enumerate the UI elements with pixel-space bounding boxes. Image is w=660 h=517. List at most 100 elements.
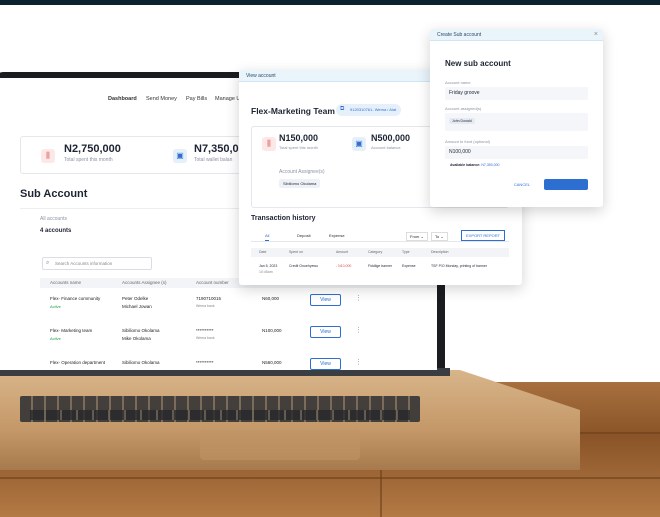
to-filter[interactable]: To ⌄: [431, 232, 448, 241]
chart-icon: ⫼: [262, 137, 276, 151]
table-row: Flex- Operation department Sibiliomo Oko…: [40, 358, 437, 370]
col-category: Category: [368, 250, 383, 254]
modal-title: New sub account: [445, 59, 511, 68]
available-label: Available balance:: [450, 163, 481, 167]
nav-send-money[interactable]: Send Money: [146, 96, 177, 102]
assigned-field[interactable]: John Donald: [445, 113, 588, 131]
row-assignee: Sibiliomo Okolama: [122, 360, 160, 365]
status-badge: Active: [50, 336, 61, 341]
search-icon: ⌕: [46, 260, 50, 266]
row-description: TSF P/O Monday, printing of banner: [431, 264, 487, 268]
history-title: Transaction history: [251, 215, 316, 222]
more-icon[interactable]: ⋮: [355, 294, 362, 302]
laptop-keyboard-row: [30, 410, 410, 420]
history-header: Date Spent on Amount Category Type Descr…: [251, 248, 509, 257]
row-amount: N560,000: [262, 360, 282, 365]
more-icon[interactable]: ⋮: [355, 326, 362, 334]
col-type: Type: [402, 250, 410, 254]
cancel-button[interactable]: CANCEL: [504, 179, 540, 190]
table-row: Flex- Finance community Active Peter Ode…: [40, 294, 437, 318]
view-button[interactable]: View: [310, 294, 341, 306]
col-spent-on: Spent on: [289, 250, 304, 254]
row-assignee-2: Mike Okolama: [122, 336, 151, 341]
fund-field[interactable]: N100,000: [445, 146, 588, 159]
wallet-icon: ▣: [352, 137, 366, 151]
row-spent-on: Credit Onuehyewo: [289, 264, 318, 268]
from-filter[interactable]: From ⌄: [406, 232, 428, 241]
row-number: **********: [196, 328, 214, 333]
tab-deposit[interactable]: Deposit: [297, 233, 311, 238]
assigned-chip: John Donald: [449, 118, 475, 124]
nav-pay-bills[interactable]: Pay Bills: [186, 96, 207, 102]
row-type: Expense: [402, 264, 416, 268]
row-name: Flex- Operation department: [50, 360, 106, 365]
plank-line: [0, 477, 660, 479]
nav-manage[interactable]: Manage U: [215, 96, 240, 102]
col-description: Description: [431, 250, 449, 254]
top-border: [0, 0, 660, 5]
row-bank: Wema bank: [196, 304, 215, 308]
tab-expense[interactable]: Expense: [329, 233, 345, 238]
account-tag-text: 9120310761- Wema / Alat: [350, 107, 397, 112]
assignee-chip: Sibiliomo Okolama: [279, 179, 321, 188]
view-button[interactable]: View: [310, 326, 341, 338]
search-input[interactable]: ⌕ Search Accounts information: [42, 257, 152, 270]
col-amount: Amount: [336, 250, 349, 254]
col-account-number: Account number: [196, 280, 229, 285]
account-tag: ⧉ 9120310761- Wema / Alat: [336, 104, 402, 116]
page-title: Sub Account: [20, 188, 88, 200]
from-label: From: [410, 234, 420, 239]
export-report-button[interactable]: EXPORT REPORT: [461, 230, 506, 241]
more-icon[interactable]: ⋮: [355, 358, 362, 366]
search-placeholder: Search Accounts information: [55, 261, 113, 266]
col-assignee: Accounts Assignee (s): [122, 280, 167, 285]
row-name: Flex- Marketing team: [50, 328, 93, 333]
wallet-value: N7,350,00: [194, 143, 245, 155]
account-name-label: Account name: [445, 80, 471, 85]
row-assignee: Peter Odelke: [122, 296, 149, 301]
account-name-field[interactable]: Friday groove: [445, 87, 588, 100]
row-amount: - N10,000: [336, 264, 352, 268]
row-amount: N60,000: [262, 296, 280, 301]
row-time: 10:45am: [259, 270, 273, 274]
row-bank: Wema bank: [196, 336, 215, 340]
to-label: To: [435, 234, 440, 239]
assignee-label: Account Assignee(s): [279, 169, 325, 175]
row-category: Fiddlige banner: [368, 264, 393, 268]
row-date: Jan 5, 2023: [259, 264, 278, 268]
accounts-count: 4 accounts: [40, 228, 72, 234]
modal-header: Create Sub account: [430, 29, 603, 41]
create-sub-account-modal: Create Sub account × New sub account Acc…: [430, 29, 603, 207]
row-number: 7190710015: [196, 296, 222, 301]
row-name: Flex- Finance community: [50, 296, 101, 301]
account-title: Flex-Marketing Team: [251, 106, 335, 116]
wallet-label: Total wallet balan: [194, 157, 233, 163]
wallet-icon: ▣: [173, 149, 187, 163]
history-tabs: All Deposit Expense From ⌄ To ⌄ EXPORT R…: [251, 230, 509, 242]
close-icon[interactable]: ×: [594, 31, 598, 38]
create-button[interactable]: [544, 179, 588, 190]
fund-label: Amount to fund (optional): [445, 139, 490, 144]
nav-dashboard[interactable]: Dashboard: [108, 96, 137, 102]
table-row: Flex- Marketing team Active Sibiliomo Ok…: [40, 326, 437, 350]
spent-value: N2,750,000: [64, 143, 121, 155]
chart-icon: ⫼: [41, 149, 55, 163]
all-accounts-label: All accounts: [40, 216, 67, 222]
tab-all[interactable]: All: [265, 233, 270, 241]
view-button[interactable]: View: [310, 358, 341, 370]
account-balance-value: N500,000: [371, 133, 411, 143]
status-badge: Active: [50, 304, 61, 309]
row-amount: N100,000: [262, 328, 282, 333]
spent-label: Total spent this month: [64, 157, 113, 163]
account-balance-label: Account balance: [371, 145, 401, 150]
col-date: Date: [259, 250, 267, 254]
col-accounts-name: Accounts name: [50, 280, 82, 285]
row-number: **********: [196, 360, 214, 365]
account-spent-label: Total spent this month: [279, 145, 318, 150]
account-spent-value: N150,000: [279, 133, 319, 143]
copy-icon: ⧉: [340, 106, 345, 112]
row-assignee-2: Michael Jowan: [122, 304, 152, 309]
history-row: Jan 5, 2023 10:45am Credit Onuehyewo - N…: [251, 262, 509, 278]
row-assignee: Sibiliomo Okolama: [122, 328, 160, 333]
available-balance: Available balance: N7,350,000: [450, 163, 500, 167]
